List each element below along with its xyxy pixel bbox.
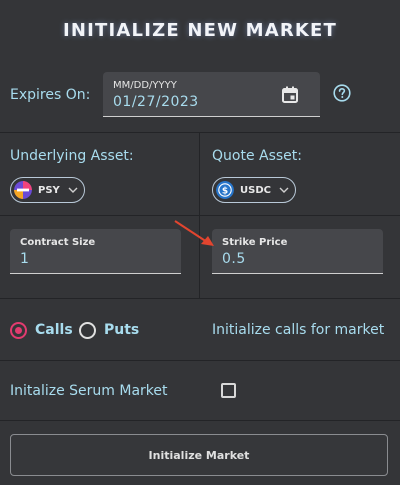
calls-label[interactable]: Calls <box>35 322 73 338</box>
contract-size-label: Contract Size <box>20 237 96 248</box>
chevron-down-icon <box>279 187 289 193</box>
serum-market-checkbox[interactable] <box>221 383 236 398</box>
expiration-date-field[interactable]: MM/DD/YYYY 01/27/2023 <box>103 72 320 117</box>
quote-asset-token: USDC <box>240 184 271 196</box>
serum-market-label: Initalize Serum Market <box>10 383 168 399</box>
chevron-down-icon <box>68 187 78 193</box>
puts-label[interactable]: Puts <box>104 322 139 338</box>
initialize-market-button[interactable]: Initialize Market <box>10 434 388 476</box>
puts-radio[interactable] <box>79 322 96 339</box>
calls-radio[interactable] <box>10 322 27 339</box>
underlying-asset-select[interactable]: PSY <box>10 177 85 203</box>
usdc-token-icon: $ <box>216 181 234 199</box>
underlying-asset-token: PSY <box>38 184 60 196</box>
contract-size-field[interactable]: Contract Size 1 <box>10 229 181 274</box>
calendar-icon[interactable] <box>282 86 298 103</box>
strike-price-label: Strike Price <box>222 237 288 248</box>
quote-asset-label: Quote Asset: <box>212 148 302 164</box>
divider <box>0 132 400 133</box>
annotation-arrow <box>174 220 214 246</box>
expires-on-label: Expires On: <box>10 87 91 103</box>
quote-asset-select[interactable]: $ USDC <box>212 177 296 203</box>
underlying-asset-label: Underlying Asset: <box>10 148 134 164</box>
strike-price-field[interactable]: Strike Price 0.5 <box>212 229 383 274</box>
divider <box>0 420 400 421</box>
option-type-info: Initialize calls for market <box>212 322 385 338</box>
contract-size-value[interactable]: 1 <box>20 251 29 267</box>
date-format-placeholder: MM/DD/YYYY <box>113 80 177 91</box>
page-title: INITIALIZE NEW MARKET <box>62 20 338 41</box>
divider <box>0 360 400 361</box>
help-circle-icon[interactable] <box>333 84 351 102</box>
svg-text:$: $ <box>222 186 228 196</box>
psy-token-icon <box>14 181 32 199</box>
divider <box>0 298 400 299</box>
expiration-date-value[interactable]: 01/27/2023 <box>113 94 199 110</box>
strike-price-value[interactable]: 0.5 <box>222 251 246 267</box>
